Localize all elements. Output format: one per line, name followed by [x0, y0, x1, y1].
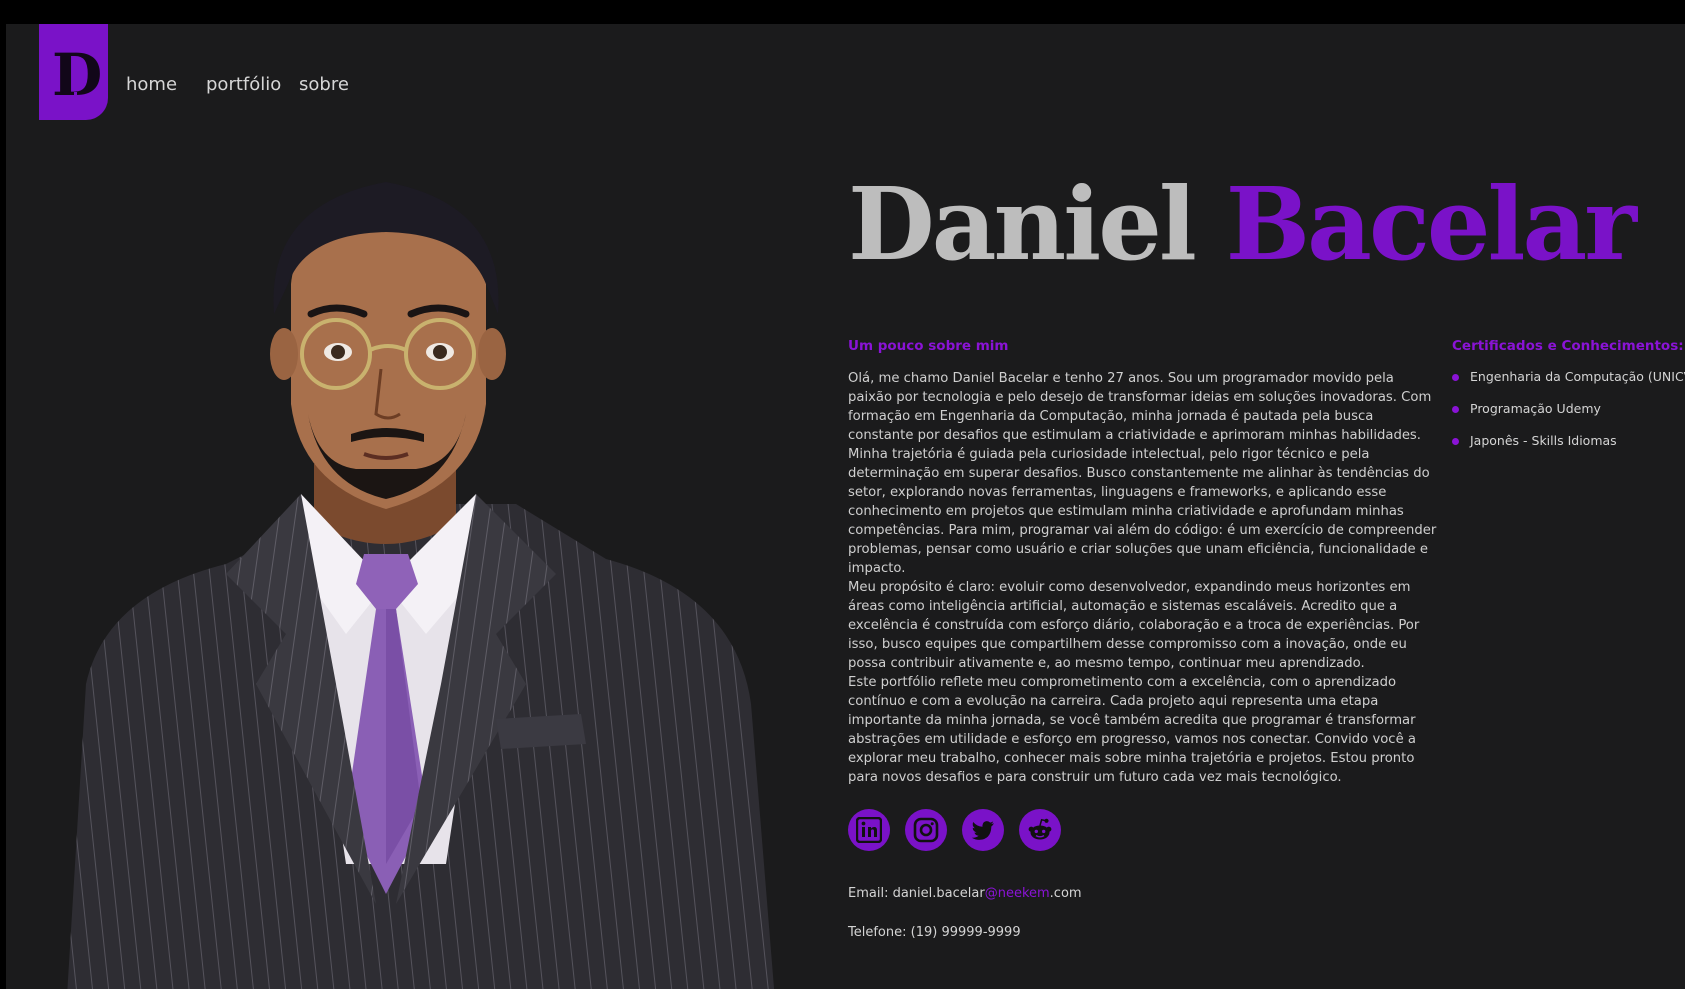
- list-item: Japonês - Skills Idiomas: [1452, 433, 1685, 465]
- page: D home portfólio sobre Daniel Bacelar Um…: [6, 24, 1685, 989]
- email-domain: @neekem: [984, 886, 1050, 901]
- hero-last-name: Bacelar: [1225, 165, 1637, 283]
- about-title: Um pouco sobre mim: [848, 338, 1009, 354]
- email-label: Email:: [848, 886, 889, 901]
- instagram-icon: [913, 817, 939, 843]
- nav-sobre[interactable]: sobre: [299, 74, 349, 95]
- about-paragraph: Meu propósito é claro: evoluir como dese…: [848, 580, 1420, 671]
- phone-label: Telefone:: [848, 925, 907, 940]
- email-link[interactable]: daniel.bacelar@neekem.com: [893, 886, 1082, 901]
- twitter-icon: [971, 821, 994, 840]
- contact-email: Email: daniel.bacelar@neekem.com: [848, 886, 1082, 901]
- list-item: Engenharia da Computação (UNICV): [1452, 369, 1685, 401]
- certificate-label: Programação Udemy: [1470, 401, 1601, 416]
- contact-phone: Telefone: (19) 99999-9999: [848, 925, 1021, 940]
- bullet-icon: [1452, 438, 1459, 445]
- about-paragraph: Este portfólio reflete meu comprometimen…: [848, 675, 1416, 785]
- email-user: daniel.bacelar: [892, 886, 985, 901]
- bullet-icon: [1452, 374, 1459, 381]
- phone-number: (19) 99999-9999: [910, 925, 1021, 940]
- certificate-label: Japonês - Skills Idiomas: [1470, 433, 1617, 448]
- twitter-button[interactable]: [962, 809, 1004, 851]
- nav-home[interactable]: home: [126, 74, 177, 95]
- about-paragraph: Olá, me chamo Daniel Bacelar e tenho 27 …: [848, 371, 1437, 576]
- reddit-button[interactable]: [1019, 809, 1061, 851]
- email-tld: .com: [1049, 886, 1082, 901]
- linkedin-icon: [856, 817, 882, 843]
- bullet-icon: [1452, 406, 1459, 413]
- about-text: Olá, me chamo Daniel Bacelar e tenho 27 …: [848, 369, 1438, 787]
- list-item: Programação Udemy: [1452, 401, 1685, 433]
- linkedin-button[interactable]: [848, 809, 890, 851]
- logo-bars-icon: [68, 90, 84, 102]
- hero-first-name: Daniel: [848, 165, 1197, 283]
- nav-portfolio[interactable]: portfólio: [206, 74, 281, 95]
- reddit-icon: [1028, 818, 1052, 840]
- instagram-button[interactable]: [905, 809, 947, 851]
- portrait-illustration: [67, 182, 775, 989]
- certificate-label: Engenharia da Computação (UNICV): [1470, 369, 1685, 384]
- certificates-list: Engenharia da Computação (UNICV) Program…: [1452, 369, 1685, 465]
- certificates-title: Certificados e Conhecimentos:: [1452, 338, 1684, 354]
- hero-name: Daniel Bacelar: [848, 174, 1637, 274]
